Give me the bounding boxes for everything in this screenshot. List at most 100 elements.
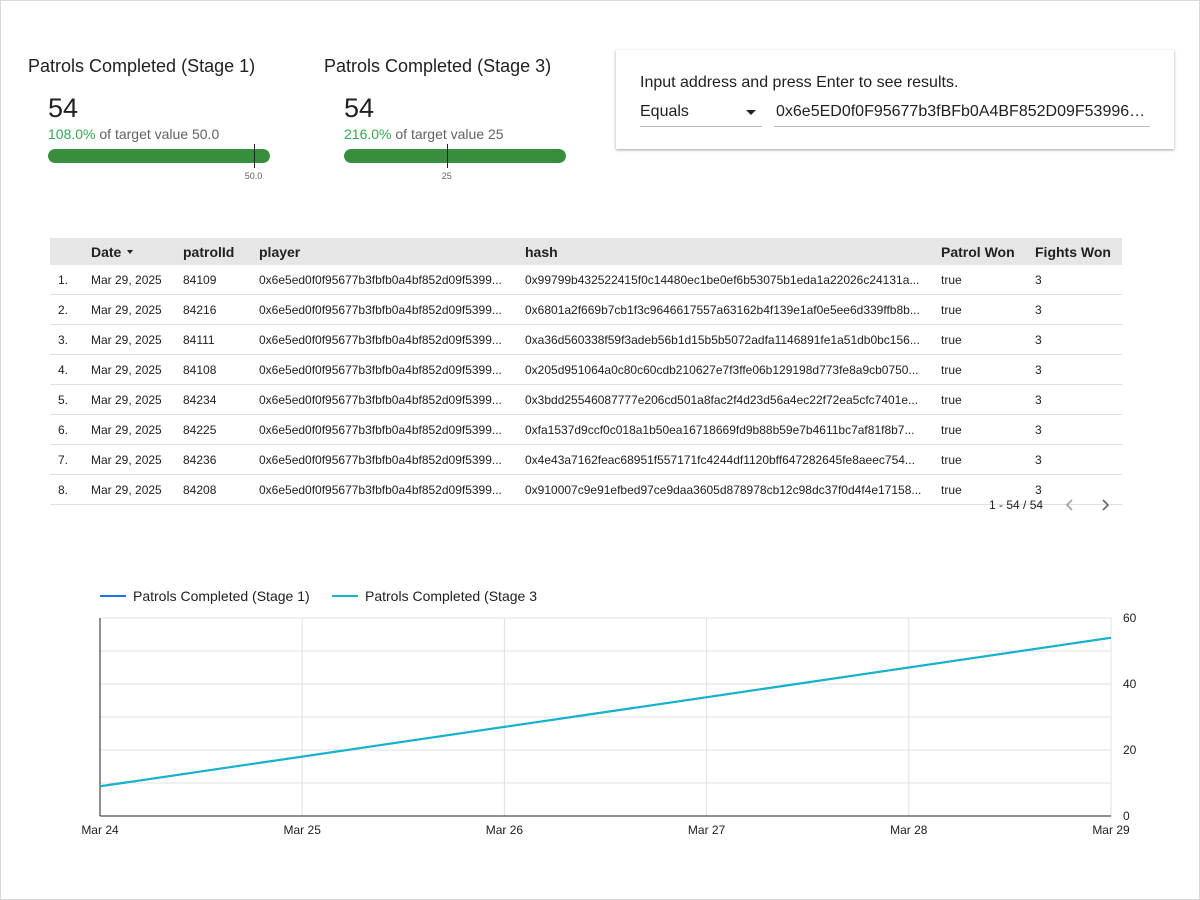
cell-fights-won: 3 xyxy=(1035,392,1042,407)
filter-operator-select[interactable]: Equals xyxy=(640,100,762,127)
column-header-label: Date xyxy=(91,243,122,260)
chart-plot: Mar 24 Mar 25 Mar 26 Mar 27 Mar 28 Mar 290 20 4… xyxy=(81,611,1137,837)
scorecard-title: Patrols Completed (Stage 1) xyxy=(28,56,256,76)
cell-player: 0x6e5ed0f0f95677b3fbfb0a4bf852d09f5399..… xyxy=(259,452,502,467)
x-tick-label: Mar 28 xyxy=(890,823,928,837)
patrols-time-series-chart: Patrols Completed (Stage 1) Patrols Comp… xyxy=(0,580,1200,850)
cell-patrolid: 84236 xyxy=(183,452,217,467)
scorecard-value: 54 xyxy=(48,93,79,123)
cell-hash: 0x205d951064a0c80c60cdb210627e7f3ffe06b1… xyxy=(525,362,919,377)
cell-patrolid: 84108 xyxy=(183,362,217,377)
cell-date: Mar 29, 2025 xyxy=(91,422,162,437)
caret-down-icon xyxy=(746,110,756,115)
cell-patrol-won: true xyxy=(941,392,962,407)
scorecard-percent: 216.0% xyxy=(344,126,392,142)
row-index: 4. xyxy=(58,362,69,377)
cell-hash: 0x4e43a7162feac68951f557171fc4244df1120b… xyxy=(525,452,915,467)
cell-fights-won: 3 xyxy=(1035,302,1042,317)
scorecard-title: Patrols Completed (Stage 3) xyxy=(324,56,552,76)
cell-date: Mar 29, 2025 xyxy=(91,452,162,467)
cell-date: Mar 29, 2025 xyxy=(91,272,162,287)
table-row[interactable]: 7. Mar 29, 2025 84236 0x6e5ed0f0f95677b3fbf… xyxy=(50,445,1122,475)
scorecard-target-label: of target value 50.0 xyxy=(99,126,220,142)
cell-player: 0x6e5ed0f0f95677b3fbfb0a4bf852d09f5399..… xyxy=(259,422,502,437)
filter-operator-value: Equals xyxy=(640,103,689,120)
pagination-label: 1 - 54 / 54 xyxy=(989,498,1044,512)
row-index: 8. xyxy=(58,482,69,497)
scorecard-target-text: 108.0% of target value 50.0 xyxy=(48,126,219,142)
address-input[interactable]: 0x6e5ED0f0F95677b3fBFb0A4BF852D09F539961… xyxy=(774,100,1150,127)
scorecard-progress-fill xyxy=(344,149,566,163)
x-tick-label: Mar 26 xyxy=(486,823,524,837)
table-row[interactable]: 6. Mar 29, 2025 84225 0x6e5ed0f0f95677b3fbf… xyxy=(50,415,1122,445)
cell-hash: 0x3bdd25546087777e206cd501a8fac2f4d23d56… xyxy=(525,392,919,407)
scorecard-stage-3: Patrols Completed (Stage 3) 54 216.0% of… xyxy=(324,56,584,186)
scorecard-target-marker xyxy=(446,144,448,168)
address-filter-control: Input address and press Enter to see res… xyxy=(616,50,1174,149)
cell-fights-won: 3 xyxy=(1035,452,1042,467)
cell-patrolid: 84109 xyxy=(183,272,217,287)
patrols-table: Date patrolId player hash Patrol Won Fig… xyxy=(50,238,1122,505)
column-header-patrolid[interactable]: patrolId xyxy=(183,238,253,265)
cell-patrolid: 84208 xyxy=(183,482,217,497)
row-index: 2. xyxy=(58,302,69,317)
table-row[interactable]: 5. Mar 29, 2025 84234 0x6e5ed0f0f95677b3fbf… xyxy=(50,385,1122,415)
cell-hash: 0x910007c9e91efbed97ce9daa3605d878978cb1… xyxy=(525,482,922,497)
column-header-patrol-won[interactable]: Patrol Won xyxy=(941,238,1027,265)
x-tick-label: Mar 25 xyxy=(284,823,322,837)
table-header: Date patrolId player hash Patrol Won Fig… xyxy=(50,238,1122,265)
row-index: 5. xyxy=(58,392,69,407)
chevron-left-icon[interactable] xyxy=(1060,494,1080,516)
table-pagination: 1 - 54 / 54 xyxy=(960,494,1120,516)
cell-patrol-won: true xyxy=(941,452,962,467)
y-tick-label: 20 xyxy=(1123,743,1137,757)
scorecard-stage-1: Patrols Completed (Stage 1) 54 108.0% of… xyxy=(28,56,288,186)
cell-patrolid: 84234 xyxy=(183,392,217,407)
cell-player: 0x6e5ed0f0f95677b3fbfb0a4bf852d09f5399..… xyxy=(259,362,502,377)
cell-hash: 0x99799b432522415f0c14480ec1be0ef6b53075… xyxy=(525,272,920,287)
cell-fights-won: 3 xyxy=(1035,422,1042,437)
column-header-hash[interactable]: hash xyxy=(525,238,929,265)
scorecard-progress-bar xyxy=(344,149,566,163)
table-row[interactable]: 2. Mar 29, 2025 84216 0x6e5ed0f0f95677b3fbf… xyxy=(50,295,1122,325)
cell-fights-won: 3 xyxy=(1035,332,1042,347)
chevron-right-icon[interactable] xyxy=(1095,494,1115,516)
row-index: 3. xyxy=(58,332,69,347)
scorecard-target-marker-label: 25 xyxy=(441,171,452,181)
cell-date: Mar 29, 2025 xyxy=(91,332,162,347)
scorecard-target-text: 216.0% of target value 25 xyxy=(344,126,504,142)
cell-date: Mar 29, 2025 xyxy=(91,482,162,497)
cell-patrolid: 84225 xyxy=(183,422,217,437)
column-header-fights-won[interactable]: Fights Won xyxy=(1035,238,1119,265)
scorecard-percent: 108.0% xyxy=(48,126,96,142)
cell-patrol-won: true xyxy=(941,302,962,317)
sort-desc-icon xyxy=(127,249,134,254)
cell-player: 0x6e5ed0f0f95677b3fbfb0a4bf852d09f5399..… xyxy=(259,302,502,317)
y-tick-label: 60 xyxy=(1123,611,1137,625)
table-row[interactable]: 3. Mar 29, 2025 84111 0x6e5ed0f0f95677b3fbf… xyxy=(50,325,1122,355)
table-body: 1. Mar 29, 2025 84109 0x6e5ed0f0f95677b3fbf… xyxy=(50,265,1122,505)
cell-date: Mar 29, 2025 xyxy=(91,302,162,317)
scorecard-progress-bar xyxy=(48,149,270,163)
cell-date: Mar 29, 2025 xyxy=(91,362,162,377)
column-header-player[interactable]: player xyxy=(259,238,513,265)
y-tick-label: 40 xyxy=(1123,677,1137,691)
cell-player: 0x6e5ed0f0f95677b3fbfb0a4bf852d09f5399..… xyxy=(259,482,502,497)
x-tick-label: Mar 24 xyxy=(81,823,119,837)
y-tick-label: 0 xyxy=(1123,809,1130,823)
cell-player: 0x6e5ed0f0f95677b3fbfb0a4bf852d09f5399..… xyxy=(259,272,502,287)
cell-patrol-won: true xyxy=(941,422,962,437)
table-row[interactable]: 1. Mar 29, 2025 84109 0x6e5ed0f0f95677b3fbf… xyxy=(50,265,1122,295)
cell-patrol-won: true xyxy=(941,272,962,287)
scorecard-target-marker xyxy=(253,144,255,168)
scorecard-target-marker-label: 50.0 xyxy=(244,171,263,181)
row-index: 6. xyxy=(58,422,69,437)
column-header-date[interactable]: Date xyxy=(91,238,179,265)
cell-fights-won: 3 xyxy=(1035,362,1042,377)
row-index: 1. xyxy=(58,272,69,287)
table-row[interactable]: 4. Mar 29, 2025 84108 0x6e5ed0f0f95677b3fbf… xyxy=(50,355,1122,385)
cell-date: Mar 29, 2025 xyxy=(91,392,162,407)
cell-hash: 0x6801a2f669b7cb1f3c9646617557a63162b4f1… xyxy=(525,302,920,317)
cell-player: 0x6e5ed0f0f95677b3fbfb0a4bf852d09f5399..… xyxy=(259,392,502,407)
cell-fights-won: 3 xyxy=(1035,272,1042,287)
